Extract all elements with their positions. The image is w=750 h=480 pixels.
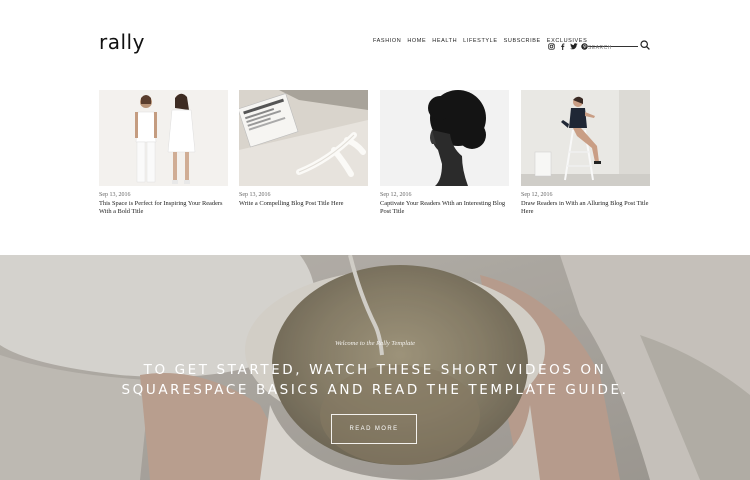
facebook-icon[interactable] xyxy=(559,37,566,50)
post-card[interactable]: Sep 12, 2016 Draw Readers in With an All… xyxy=(521,90,650,216)
post-thumbnail[interactable] xyxy=(521,90,650,186)
post-card[interactable]: Sep 13, 2016 Write a Compelling Blog Pos… xyxy=(239,90,368,208)
nav-health[interactable]: HEALTH xyxy=(432,38,457,44)
nav-home[interactable]: HOME xyxy=(407,38,426,44)
social-links xyxy=(548,37,588,50)
pinterest-icon[interactable] xyxy=(581,37,588,50)
twitter-icon[interactable] xyxy=(570,37,578,50)
post-card[interactable]: Sep 12, 2016 Captivate Your Readers With… xyxy=(380,90,509,216)
site-logo[interactable]: rally xyxy=(99,30,145,54)
post-thumbnail[interactable] xyxy=(380,90,509,186)
post-thumbnail[interactable] xyxy=(239,90,368,186)
nav-lifestyle[interactable]: LIFESTYLE xyxy=(463,38,497,44)
post-title[interactable]: Write a Compelling Blog Post Title Here xyxy=(239,200,368,208)
instagram-icon[interactable] xyxy=(548,37,555,50)
post-date: Sep 13, 2016 xyxy=(99,192,131,198)
post-title[interactable]: This Space is Perfect for Inspiring Your… xyxy=(99,200,228,216)
post-title[interactable]: Captivate Your Readers With an Interesti… xyxy=(380,200,509,216)
post-date: Sep 12, 2016 xyxy=(380,192,412,198)
post-card[interactable]: Sep 13, 2016 This Space is Perfect for I… xyxy=(99,90,228,216)
nav-fashion[interactable]: FASHION xyxy=(373,38,401,44)
search-icon[interactable] xyxy=(640,37,650,50)
post-date: Sep 12, 2016 xyxy=(521,192,553,198)
post-date: Sep 13, 2016 xyxy=(239,192,271,198)
post-title[interactable]: Draw Readers in With an Alluring Blog Po… xyxy=(521,200,650,216)
hero-headline: TO GET STARTED, WATCH THESE SHORT VIDEOS… xyxy=(121,362,629,398)
site-header: rally FASHION HOME HEALTH LIFESTYLE SUBS… xyxy=(0,0,750,80)
hero-banner: Welcome to the Rally Template TO GET STA… xyxy=(0,255,750,480)
search-box xyxy=(588,36,638,53)
nav-subscribe[interactable]: SUBSCRIBE xyxy=(504,38,541,44)
search-input[interactable] xyxy=(588,43,636,53)
read-more-button[interactable]: READ MORE xyxy=(331,414,417,444)
hero-kicker: Welcome to the Rally Template xyxy=(334,340,416,347)
post-thumbnail[interactable] xyxy=(99,90,228,186)
